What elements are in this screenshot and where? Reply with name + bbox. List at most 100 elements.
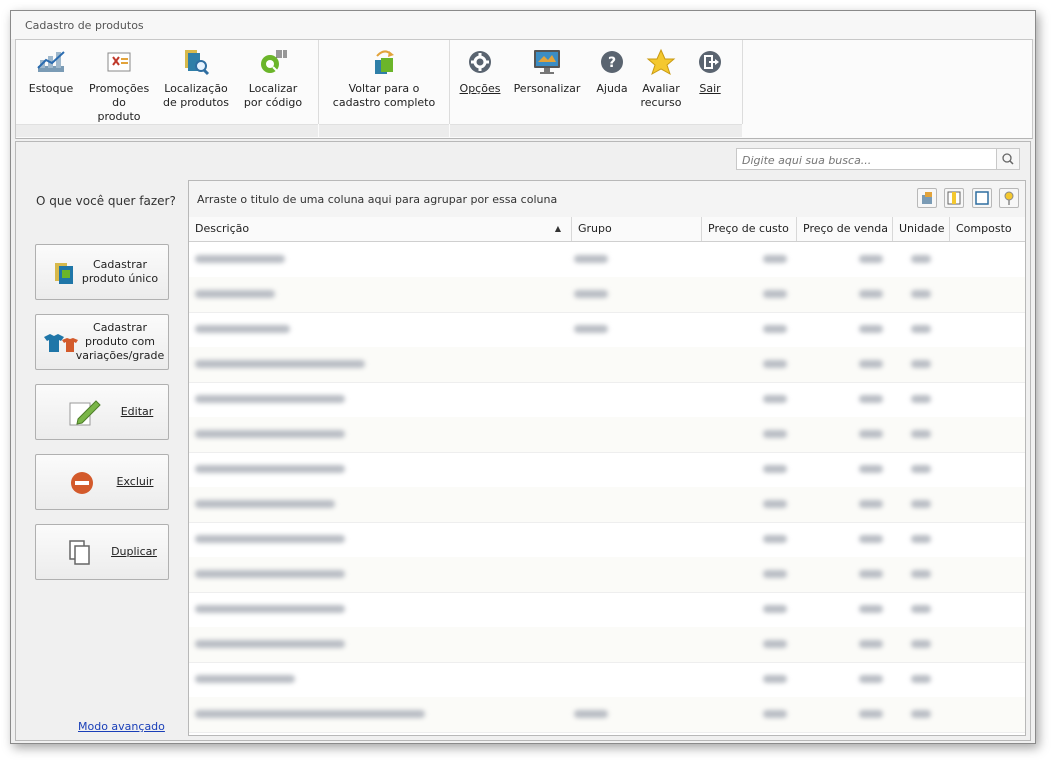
table-row[interactable] <box>189 417 1025 453</box>
excluir-button[interactable]: Excluir <box>35 454 169 510</box>
switch-mode-icon <box>369 48 399 76</box>
obscured-cell <box>763 465 787 473</box>
obscured-cell <box>911 290 931 298</box>
table-row[interactable] <box>189 242 1025 278</box>
ribbon-group-products: Estoque Promoções do produto Localização… <box>16 40 319 137</box>
obscured-cell <box>763 430 787 438</box>
voltar-cadastro-completo-button[interactable]: Voltar para o cadastro completo <box>329 48 439 110</box>
action-label: Editar <box>120 405 154 418</box>
table-row[interactable] <box>189 487 1025 523</box>
table-row[interactable] <box>189 382 1025 418</box>
gear-icon <box>465 48 495 76</box>
table-row[interactable] <box>189 662 1025 698</box>
grid-layout-button[interactable] <box>971 188 992 208</box>
opcoes-button[interactable]: Opções <box>458 48 502 96</box>
estoque-button[interactable]: Estoque <box>26 48 76 96</box>
obscured-cell <box>859 465 883 473</box>
ribbon-group-general: Opções Personalizar ? Ajuda Avaliar recu… <box>450 40 743 137</box>
grid-header: Descrição ▲ Grupo Preço de custo Preço d… <box>189 217 1025 242</box>
col-preco-venda-header[interactable]: Preço de venda <box>797 217 893 241</box>
ribbon-group-footer <box>450 124 742 137</box>
table-row[interactable] <box>189 522 1025 558</box>
search-button[interactable] <box>996 149 1019 169</box>
obscured-cell <box>195 710 425 718</box>
localizacao-button[interactable]: Localização de produtos <box>160 48 232 110</box>
action-label: Excluir <box>116 475 154 488</box>
title-bar: Cadastro de produtos <box>11 11 1035 39</box>
delete-icon <box>70 471 96 495</box>
obscured-cell <box>859 255 883 263</box>
col-descricao-header[interactable]: Descrição ▲ <box>189 217 572 241</box>
table-row[interactable] <box>189 592 1025 628</box>
col-grupo-header[interactable]: Grupo <box>572 217 702 241</box>
obscured-cell <box>763 570 787 578</box>
table-row[interactable] <box>189 627 1025 663</box>
obscured-cell <box>911 675 931 683</box>
filter-icon <box>1004 191 1014 205</box>
obscured-cell <box>763 675 787 683</box>
grid-columns-button[interactable] <box>944 188 964 208</box>
obscured-cell <box>195 640 345 648</box>
localizar-codigo-button[interactable]: Localizar por código <box>240 48 306 110</box>
obscured-cell <box>195 325 290 333</box>
obscured-cell <box>859 605 883 613</box>
grid-body <box>189 242 1025 735</box>
obscured-cell <box>911 360 931 368</box>
help-icon: ? <box>597 48 627 76</box>
promocoes-button[interactable]: Promoções do produto <box>86 48 152 124</box>
obscured-cell <box>195 360 365 368</box>
grid-export-button[interactable] <box>916 188 937 208</box>
ribbon-group-footer <box>319 124 449 137</box>
star-icon <box>646 48 676 76</box>
table-row[interactable] <box>189 312 1025 348</box>
grid-filter-button[interactable] <box>999 188 1019 208</box>
table-row[interactable] <box>189 277 1025 313</box>
barcode-search-icon <box>258 48 288 76</box>
table-row[interactable] <box>189 557 1025 593</box>
cadastrar-produto-unico-button[interactable]: Cadastrar produto único <box>35 244 169 300</box>
sair-button[interactable]: Sair <box>690 48 730 96</box>
col-unidade-header[interactable]: Unidade <box>893 217 950 241</box>
cadastrar-produto-grade-button[interactable]: Cadastrar produto com variações/grade <box>35 314 169 370</box>
obscured-cell <box>859 570 883 578</box>
duplicate-icon <box>68 539 94 565</box>
avaliar-recurso-button[interactable]: Avaliar recurso <box>636 48 686 110</box>
obscured-cell <box>911 325 931 333</box>
customize-screen-icon <box>532 48 562 76</box>
obscured-cell <box>763 640 787 648</box>
obscured-cell <box>195 535 345 543</box>
obscured-cell <box>911 605 931 613</box>
obscured-cell <box>763 500 787 508</box>
table-row[interactable] <box>189 452 1025 488</box>
obscured-cell <box>763 395 787 403</box>
modo-avancado-link[interactable]: Modo avançado <box>78 720 165 733</box>
obscured-cell <box>859 360 883 368</box>
obscured-cell <box>859 430 883 438</box>
search-input[interactable] <box>740 150 1002 170</box>
obscured-cell <box>859 535 883 543</box>
table-row[interactable] <box>189 697 1025 733</box>
obscured-cell <box>195 395 345 403</box>
personalizar-button[interactable]: Personalizar <box>508 48 586 96</box>
obscured-cell <box>763 535 787 543</box>
obscured-cell <box>195 500 335 508</box>
table-row[interactable] <box>189 347 1025 383</box>
columns-icon <box>947 191 961 205</box>
obscured-cell <box>574 255 608 263</box>
obscured-cell <box>859 395 883 403</box>
obscured-cell <box>859 675 883 683</box>
obscured-cell <box>195 430 345 438</box>
action-label: Cadastrar produto único <box>81 258 159 285</box>
editar-button[interactable]: Editar <box>35 384 169 440</box>
obscured-cell <box>574 710 608 718</box>
main-window: Cadastro de produtos Estoque Promoções d… <box>10 10 1036 744</box>
col-preco-custo-header[interactable]: Preço de custo <box>702 217 797 241</box>
obscured-cell <box>763 710 787 718</box>
obscured-cell <box>763 360 787 368</box>
obscured-cell <box>859 640 883 648</box>
ajuda-button[interactable]: ? Ajuda <box>592 48 632 96</box>
product-search-icon <box>181 48 211 76</box>
duplicar-button[interactable]: Duplicar <box>35 524 169 580</box>
col-composto-header[interactable]: Composto <box>950 217 1025 241</box>
search-icon <box>1002 153 1014 165</box>
